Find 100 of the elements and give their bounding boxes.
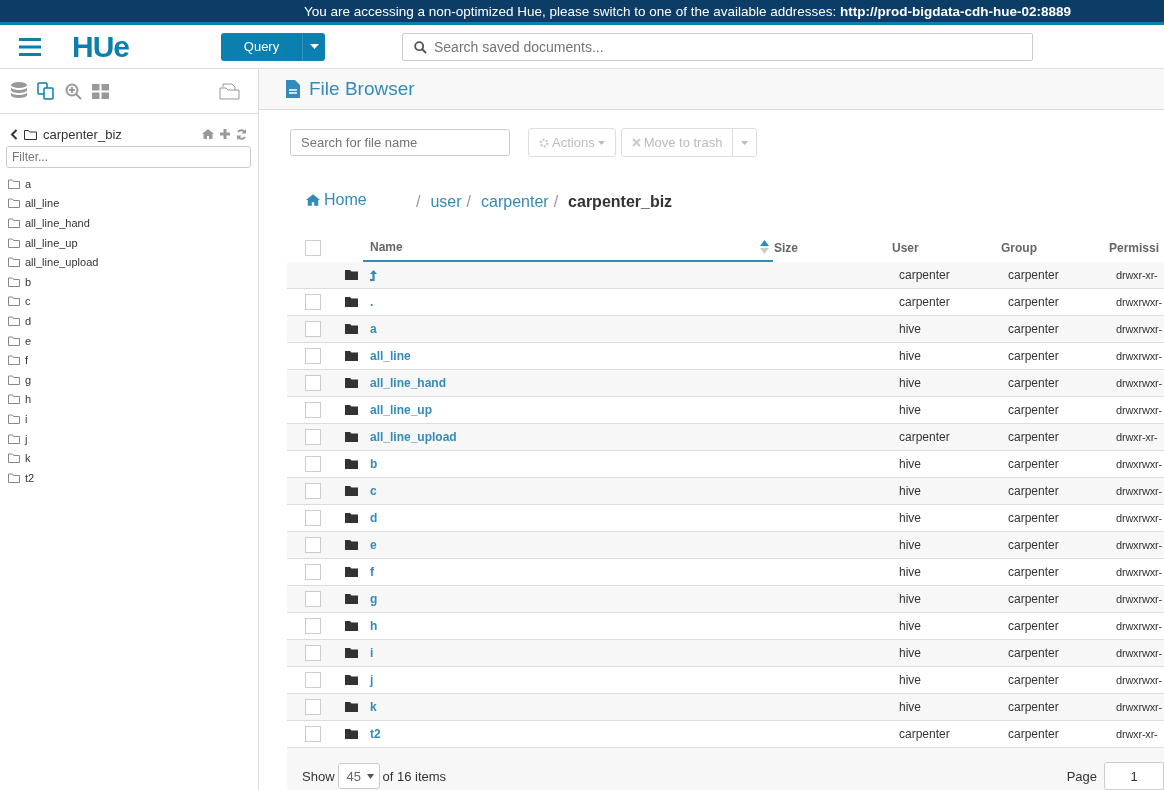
filter-field[interactable]: Filter... [6, 146, 251, 168]
folder-icon [344, 378, 358, 388]
refresh-icon[interactable] [236, 128, 247, 140]
checkbox[interactable] [305, 564, 321, 580]
sort-icon[interactable] [760, 239, 769, 254]
table-cell: hive [899, 349, 921, 363]
folder-name: all_line_hand [25, 217, 90, 229]
checkbox[interactable] [305, 483, 321, 499]
folder-link[interactable]: all_line_hand [370, 376, 447, 390]
folder-icon [8, 472, 20, 483]
folder-link[interactable]: . [370, 295, 374, 309]
folder-item[interactable]: all_line_up [0, 232, 258, 253]
checkbox[interactable] [305, 402, 321, 418]
folder-item[interactable]: b [0, 271, 258, 292]
checkbox[interactable] [305, 537, 321, 553]
home-icon[interactable] [202, 129, 214, 139]
caret-icon [309, 44, 319, 49]
folder-item[interactable]: all_line_upload [0, 252, 258, 272]
folder-item[interactable]: all_line_hand [0, 213, 258, 233]
folder-link[interactable]: e [370, 538, 377, 552]
folder-link[interactable]: f [370, 565, 374, 579]
table-cell: carpenter [1008, 349, 1059, 363]
breadcrumb-link[interactable]: user [430, 193, 462, 211]
column-header[interactable]: User [892, 240, 919, 255]
folder-icon [8, 413, 20, 424]
folder-link[interactable]: all_line_upload [370, 430, 457, 444]
folder-link[interactable]: c [370, 484, 377, 498]
folder-link[interactable]: d [370, 511, 378, 525]
checkbox[interactable] [305, 699, 321, 715]
folder-item[interactable]: t2 [0, 467, 258, 488]
checkbox[interactable] [305, 591, 321, 607]
table-cell: hive [899, 592, 921, 606]
page-size-select[interactable]: 45 [337, 763, 380, 789]
folder-link[interactable]: all_line [370, 349, 411, 363]
folder-item[interactable]: i [0, 409, 258, 429]
folder-link[interactable]: b [370, 457, 378, 471]
folder-item[interactable]: c [0, 291, 258, 312]
folder-link[interactable]: i [370, 646, 374, 660]
documents-icon[interactable] [37, 82, 55, 100]
database-icon[interactable] [11, 82, 27, 100]
column-header[interactable]: Size [774, 240, 798, 255]
folder-link[interactable]: g [370, 592, 378, 606]
folder-item[interactable]: a [0, 174, 258, 194]
add-icon[interactable] [220, 129, 230, 139]
folder-link[interactable]: t2 [370, 727, 381, 741]
folder-item[interactable]: h [0, 389, 258, 410]
table-cell: drwxrwxr- [1116, 512, 1162, 524]
checkbox[interactable] [305, 239, 321, 256]
checkbox[interactable] [305, 510, 321, 526]
folder-item[interactable]: k [0, 448, 258, 468]
dropdown-button[interactable] [732, 128, 758, 157]
checkbox[interactable] [305, 375, 321, 391]
table-cell: carpenter [1008, 727, 1059, 741]
checkbox[interactable] [305, 294, 321, 310]
up-arrow-icon[interactable] [370, 269, 377, 281]
page-field[interactable]: 1 [1104, 762, 1164, 790]
folder-link[interactable]: a [370, 322, 377, 336]
folder-item[interactable]: d [0, 311, 258, 331]
breadcrumb-link[interactable]: carpenter [481, 193, 549, 211]
table-cell: drwxrwxr- [1116, 350, 1162, 362]
table-cell: drwxrwxr- [1116, 404, 1162, 416]
folder-item[interactable]: f [0, 350, 258, 370]
column-header[interactable]: Name [370, 239, 403, 254]
grid-icon[interactable] [92, 83, 109, 99]
checkbox[interactable] [305, 672, 321, 688]
folder-item[interactable]: all_line [0, 193, 258, 214]
search-field[interactable]: Search for file name [290, 129, 510, 156]
zoom-icon[interactable] [65, 82, 82, 100]
page-title: File Browser [309, 78, 415, 100]
home-icon[interactable] [306, 194, 320, 206]
back-icon[interactable] [10, 128, 18, 140]
home-link[interactable]: Home [324, 191, 416, 209]
query-button[interactable]: Query [221, 32, 325, 61]
logo[interactable]: HUe [72, 29, 192, 64]
checkbox[interactable] [305, 726, 321, 742]
folder-icon [344, 270, 358, 280]
checkbox[interactable] [305, 645, 321, 661]
column-header[interactable]: Permissi [1109, 240, 1160, 255]
folder-icon [8, 218, 20, 228]
folder-item[interactable]: g [0, 369, 258, 390]
checkbox[interactable] [305, 321, 321, 337]
folder-link[interactable]: k [370, 700, 377, 714]
checkbox[interactable] [305, 429, 321, 445]
folder-link[interactable]: j [370, 673, 374, 687]
checkbox[interactable] [305, 348, 321, 364]
checkbox[interactable] [305, 618, 321, 634]
checkbox[interactable] [305, 456, 321, 472]
folder-icon[interactable] [219, 82, 240, 100]
search-field[interactable]: Search saved documents... [402, 32, 1033, 61]
menu-icon[interactable] [19, 37, 41, 56]
table-cell: drwxr-xr- [1116, 269, 1158, 281]
search-icon [414, 40, 427, 54]
folder-link[interactable]: h [370, 619, 378, 633]
folder-item[interactable]: e [0, 330, 258, 351]
document-icon [286, 80, 300, 98]
folder-item[interactable]: j [0, 428, 258, 449]
separator: / [466, 193, 472, 211]
item-count: of 16 items [382, 768, 447, 784]
folder-link[interactable]: all_line_up [370, 403, 433, 417]
column-header[interactable]: Group [1001, 240, 1037, 255]
